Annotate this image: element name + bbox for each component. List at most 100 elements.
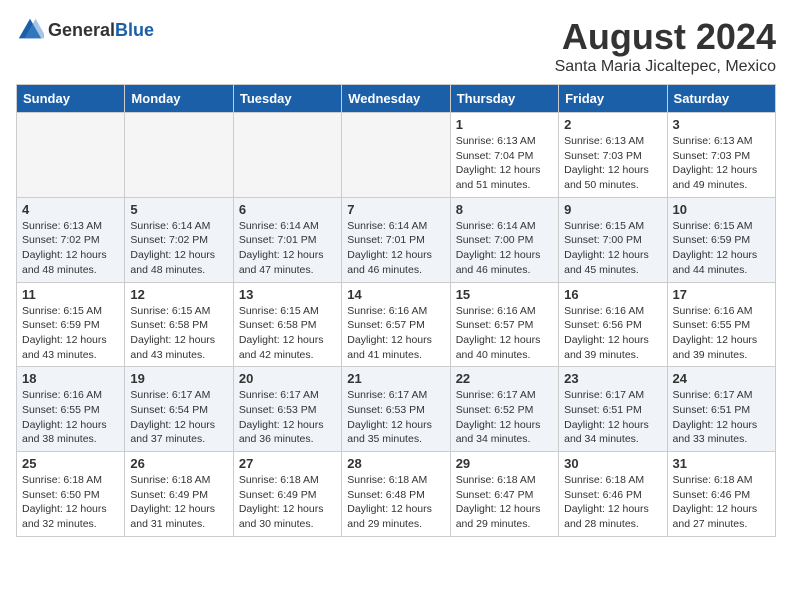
day-content: Sunrise: 6:18 AMSunset: 6:46 PMDaylight:… [564, 473, 661, 532]
day-number: 11 [22, 287, 119, 302]
day-content: Sunrise: 6:17 AMSunset: 6:52 PMDaylight:… [456, 388, 553, 447]
day-content: Sunrise: 6:14 AMSunset: 7:01 PMDaylight:… [347, 219, 444, 278]
day-cell: 4 Sunrise: 6:13 AMSunset: 7:02 PMDaylight… [17, 197, 125, 282]
day-cell: 13 Sunrise: 6:15 AMSunset: 6:58 PMDayligh… [233, 282, 341, 367]
day-content: Sunrise: 6:16 AMSunset: 6:55 PMDaylight:… [22, 388, 119, 447]
day-content: Sunrise: 6:16 AMSunset: 6:55 PMDaylight:… [673, 304, 770, 363]
day-content: Sunrise: 6:14 AMSunset: 7:00 PMDaylight:… [456, 219, 553, 278]
day-content: Sunrise: 6:13 AMSunset: 7:02 PMDaylight:… [22, 219, 119, 278]
month-year: August 2024 [555, 16, 776, 58]
day-content: Sunrise: 6:16 AMSunset: 6:57 PMDaylight:… [456, 304, 553, 363]
day-cell: 27 Sunrise: 6:18 AMSunset: 6:49 PMDayligh… [233, 452, 341, 537]
day-cell: 2 Sunrise: 6:13 AMSunset: 7:03 PMDaylight… [559, 113, 667, 198]
day-cell: 23Sunrise: 6:17 AMSunset: 6:51 PMDayligh… [559, 367, 667, 452]
day-cell [342, 113, 450, 198]
calendar-table: SundayMondayTuesdayWednesdayThursdayFrid… [16, 84, 776, 537]
day-content: Sunrise: 6:17 AMSunset: 6:54 PMDaylight:… [130, 388, 227, 447]
header-wednesday: Wednesday [342, 85, 450, 113]
day-cell: 24 Sunrise: 6:17 AMSunset: 6:51 PMDayligh… [667, 367, 775, 452]
day-number: 4 [22, 202, 119, 217]
day-number: 22 [456, 371, 553, 386]
day-content: Sunrise: 6:18 AMSunset: 6:49 PMDaylight:… [130, 473, 227, 532]
day-number: 13 [239, 287, 336, 302]
header-thursday: Thursday [450, 85, 558, 113]
day-cell: 18Sunrise: 6:16 AMSunset: 6:55 PMDayligh… [17, 367, 125, 452]
day-content: Sunrise: 6:15 AMSunset: 6:59 PMDaylight:… [673, 219, 770, 278]
day-content: Sunrise: 6:18 AMSunset: 6:50 PMDaylight:… [22, 473, 119, 532]
day-number: 16 [564, 287, 661, 302]
day-number: 30 [564, 456, 661, 471]
day-content: Sunrise: 6:18 AMSunset: 6:47 PMDaylight:… [456, 473, 553, 532]
day-cell: 11Sunrise: 6:15 AMSunset: 6:59 PMDayligh… [17, 282, 125, 367]
day-cell: 19Sunrise: 6:17 AMSunset: 6:54 PMDayligh… [125, 367, 233, 452]
day-number: 7 [347, 202, 444, 217]
day-content: Sunrise: 6:17 AMSunset: 6:53 PMDaylight:… [239, 388, 336, 447]
day-cell: 28Sunrise: 6:18 AMSunset: 6:48 PMDayligh… [342, 452, 450, 537]
week-row-0: 1 Sunrise: 6:13 AMSunset: 7:04 PMDaylight… [17, 113, 776, 198]
day-number: 15 [456, 287, 553, 302]
day-number: 20 [239, 371, 336, 386]
header-monday: Monday [125, 85, 233, 113]
header-friday: Friday [559, 85, 667, 113]
day-content: Sunrise: 6:13 AMSunset: 7:04 PMDaylight:… [456, 134, 553, 193]
day-cell: 22 Sunrise: 6:17 AMSunset: 6:52 PMDayligh… [450, 367, 558, 452]
day-cell: 17 Sunrise: 6:16 AMSunset: 6:55 PMDayligh… [667, 282, 775, 367]
day-content: Sunrise: 6:16 AMSunset: 6:57 PMDaylight:… [347, 304, 444, 363]
day-number: 27 [239, 456, 336, 471]
day-number: 12 [130, 287, 227, 302]
header-saturday: Saturday [667, 85, 775, 113]
day-cell: 8Sunrise: 6:14 AMSunset: 7:00 PMDaylight… [450, 197, 558, 282]
week-row-2: 11Sunrise: 6:15 AMSunset: 6:59 PMDayligh… [17, 282, 776, 367]
day-cell: 6 Sunrise: 6:14 AMSunset: 7:01 PMDaylight… [233, 197, 341, 282]
week-row-1: 4 Sunrise: 6:13 AMSunset: 7:02 PMDaylight… [17, 197, 776, 282]
day-number: 25 [22, 456, 119, 471]
day-number: 1 [456, 117, 553, 132]
day-number: 26 [130, 456, 227, 471]
day-content: Sunrise: 6:18 AMSunset: 6:48 PMDaylight:… [347, 473, 444, 532]
day-content: Sunrise: 6:15 AMSunset: 6:58 PMDaylight:… [130, 304, 227, 363]
day-cell [125, 113, 233, 198]
day-cell: 9Sunrise: 6:15 AMSunset: 7:00 PMDaylight… [559, 197, 667, 282]
day-content: Sunrise: 6:18 AMSunset: 6:49 PMDaylight:… [239, 473, 336, 532]
day-cell: 7 Sunrise: 6:14 AMSunset: 7:01 PMDaylight… [342, 197, 450, 282]
day-cell: 12 Sunrise: 6:15 AMSunset: 6:58 PMDayligh… [125, 282, 233, 367]
header-sunday: Sunday [17, 85, 125, 113]
day-cell: 25 Sunrise: 6:18 AMSunset: 6:50 PMDayligh… [17, 452, 125, 537]
day-cell: 21Sunrise: 6:17 AMSunset: 6:53 PMDayligh… [342, 367, 450, 452]
day-cell [233, 113, 341, 198]
day-number: 14 [347, 287, 444, 302]
day-cell: 31Sunrise: 6:18 AMSunset: 6:46 PMDayligh… [667, 452, 775, 537]
day-number: 24 [673, 371, 770, 386]
day-cell: 14 Sunrise: 6:16 AMSunset: 6:57 PMDayligh… [342, 282, 450, 367]
day-number: 23 [564, 371, 661, 386]
day-cell: 26 Sunrise: 6:18 AMSunset: 6:49 PMDayligh… [125, 452, 233, 537]
day-content: Sunrise: 6:15 AMSunset: 6:58 PMDaylight:… [239, 304, 336, 363]
day-number: 6 [239, 202, 336, 217]
day-cell [17, 113, 125, 198]
day-number: 10 [673, 202, 770, 217]
logo: GeneralBlue [16, 16, 154, 44]
logo-text-general: General [48, 20, 115, 40]
day-cell: 20 Sunrise: 6:17 AMSunset: 6:53 PMDayligh… [233, 367, 341, 452]
day-content: Sunrise: 6:13 AMSunset: 7:03 PMDaylight:… [564, 134, 661, 193]
day-number: 17 [673, 287, 770, 302]
week-row-3: 18Sunrise: 6:16 AMSunset: 6:55 PMDayligh… [17, 367, 776, 452]
day-number: 29 [456, 456, 553, 471]
day-content: Sunrise: 6:16 AMSunset: 6:56 PMDaylight:… [564, 304, 661, 363]
header-tuesday: Tuesday [233, 85, 341, 113]
day-number: 21 [347, 371, 444, 386]
day-cell: 15 Sunrise: 6:16 AMSunset: 6:57 PMDayligh… [450, 282, 558, 367]
title-area: August 2024 Santa Maria Jicaltepec, Mexi… [555, 16, 776, 76]
logo-icon [16, 16, 44, 44]
day-number: 2 [564, 117, 661, 132]
day-number: 31 [673, 456, 770, 471]
week-row-4: 25 Sunrise: 6:18 AMSunset: 6:50 PMDayligh… [17, 452, 776, 537]
logo-text-blue: Blue [115, 20, 154, 40]
day-content: Sunrise: 6:17 AMSunset: 6:51 PMDaylight:… [673, 388, 770, 447]
day-content: Sunrise: 6:14 AMSunset: 7:01 PMDaylight:… [239, 219, 336, 278]
day-cell: 3Sunrise: 6:13 AMSunset: 7:03 PMDaylight… [667, 113, 775, 198]
day-content: Sunrise: 6:14 AMSunset: 7:02 PMDaylight:… [130, 219, 227, 278]
day-cell: 16 Sunrise: 6:16 AMSunset: 6:56 PMDayligh… [559, 282, 667, 367]
day-content: Sunrise: 6:15 AMSunset: 7:00 PMDaylight:… [564, 219, 661, 278]
day-content: Sunrise: 6:13 AMSunset: 7:03 PMDaylight:… [673, 134, 770, 193]
